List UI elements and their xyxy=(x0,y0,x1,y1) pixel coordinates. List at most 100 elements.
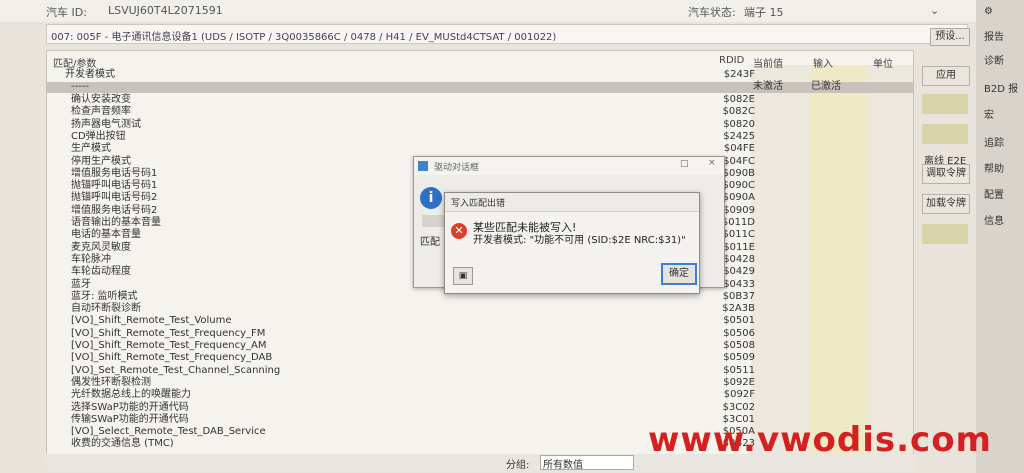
table-row[interactable]: 选择SWaP功能的开通代码 $3C02 xyxy=(47,402,913,414)
row-name: 偶发性环断裂检测 xyxy=(71,376,151,388)
watermark-text: www.vwodis.com xyxy=(648,420,992,460)
row-name: [VO]_Shift_Remote_Test_Frequency_AM xyxy=(71,340,267,351)
driver-dialog-title: 驱动对话框 xyxy=(434,163,480,173)
load-token-button[interactable]: 加载令牌 xyxy=(922,194,970,214)
side-item-info[interactable]: 信息 xyxy=(984,212,1004,227)
row-rdid: $0501 xyxy=(723,315,755,327)
selected-input[interactable]: 已激活 xyxy=(811,81,841,93)
selected-name: ----- xyxy=(71,81,90,92)
header-current: 当前值 xyxy=(753,59,783,70)
row-name: 增值服务电话号码1 xyxy=(71,167,158,179)
side-item-diagnosis[interactable]: 诊断 xyxy=(984,52,1004,67)
row-name: 语音输出的基本音量 xyxy=(71,217,161,228)
read-token-button[interactable]: 调取令牌 xyxy=(922,164,970,184)
side-icon: ⚙ xyxy=(984,6,993,17)
row-name: 抛锚呼叫电话号码2 xyxy=(71,192,158,204)
row-rdid: $2425 xyxy=(723,130,755,142)
table-row[interactable]: [VO]_Shift_Remote_Test_Frequency_DAB $050… xyxy=(47,352,913,364)
preset-button[interactable]: 预设... xyxy=(930,28,970,46)
table-row[interactable]: 确认安装改变 $082E xyxy=(47,94,913,106)
ecu-path-bar: 007: 005F - 电子通讯信息设备1 (UDS / ISOTP / 3Q0… xyxy=(46,24,968,44)
side-item-help[interactable]: 帮助 xyxy=(984,160,1004,175)
group-row[interactable]: 开发者模式 $243F xyxy=(47,69,913,81)
row-name: [VO]_Set_Remote_Test_Channel_Scanning xyxy=(71,364,281,376)
group-select[interactable]: 所有数值 xyxy=(540,455,634,471)
row-rdid: $082E xyxy=(723,94,755,105)
header-rdid: RDID xyxy=(719,55,745,66)
progress-bar xyxy=(422,215,446,227)
row-name: 蓝牙 xyxy=(71,278,91,290)
side-item-report[interactable]: 报告 xyxy=(984,28,1004,43)
group-name: 开发者模式 xyxy=(65,69,115,80)
row-name: [VO]_Shift_Remote_Test_Frequency_DAB xyxy=(71,352,273,364)
row-name: 车轮脉冲 xyxy=(71,253,111,265)
row-name: CD弹出按钮 xyxy=(71,130,126,142)
disabled-block xyxy=(922,124,968,144)
table-row[interactable]: 检查声音频率 $082C xyxy=(47,106,913,118)
row-name: 选择SWaP功能的开通代码 xyxy=(71,401,189,413)
row-name: 收费的交通信息 (TMC) xyxy=(71,438,174,450)
header-unit: 单位 xyxy=(873,59,893,70)
row-name: 麦克风灵敏度 xyxy=(71,241,131,253)
row-rdid: $082C xyxy=(722,106,755,118)
row-name: 检查声音频率 xyxy=(71,106,131,118)
row-rdid: $0509 xyxy=(723,352,755,364)
row-rdid: $0506 xyxy=(723,327,755,339)
side-item-config[interactable]: 配置 xyxy=(984,186,1004,201)
row-name: 增值服务电话号码2 xyxy=(71,204,158,216)
side-item-b2d[interactable]: B2D 报 xyxy=(984,80,1018,95)
header-input: 输入 xyxy=(813,59,833,70)
table-row[interactable]: [VO]_Shift_Remote_Test_Volume $0501 xyxy=(47,315,913,327)
side-item-macro[interactable]: 宏 xyxy=(984,106,994,121)
table-row[interactable]: CD弹出按钮 $2425 xyxy=(47,131,913,143)
table-row[interactable]: 扬声器电气测试 $0820 xyxy=(47,119,913,131)
copy-icon[interactable]: ▣ xyxy=(453,267,473,285)
ok-button[interactable]: 确定 xyxy=(661,263,697,285)
write-error-dialog: 写入匹配出错 ✕ 某些匹配未能被写入! 开发者模式: "功能不可用 (SID:$… xyxy=(444,192,700,294)
error-icon: ✕ xyxy=(451,223,467,239)
row-rdid: $0511 xyxy=(723,364,755,376)
table-row[interactable]: [VO]_Shift_Remote_Test_Frequency_AM $0508 xyxy=(47,340,913,352)
side-item-trace[interactable]: 追踪 xyxy=(984,134,1004,149)
selected-row[interactable]: ----- 未激活 已激活 xyxy=(47,81,913,93)
right-button-column: 应用 离线 E2E 调取令牌 加载令牌 xyxy=(918,48,974,468)
group-id: $243F xyxy=(723,69,755,80)
error-message-line2: 开发者模式: "功能不可用 (SID:$2E NRC:$31)" xyxy=(473,235,686,246)
row-name: 自动环断裂诊断 xyxy=(71,303,141,315)
table-row[interactable]: 生产模式 $04FE xyxy=(47,143,913,155)
maximize-icon[interactable]: □ xyxy=(680,159,689,169)
row-name: 蓝牙: 监听模式 xyxy=(71,290,138,302)
row-name: 停用生产模式 xyxy=(71,155,131,167)
row-name: 确认安装改变 xyxy=(71,94,131,105)
driver-dialog-label: 匹配 xyxy=(420,237,440,248)
disabled-block xyxy=(922,94,968,114)
row-rdid: $04FE xyxy=(723,143,755,155)
selected-current: 未激活 xyxy=(753,81,783,92)
top-bar: 汽车 ID: LSVUJ60T4L2071591 汽车状态: 端子 15 ⌄ xyxy=(0,0,1024,22)
table-row[interactable]: [VO]_Set_Remote_Test_Channel_Scanning $05… xyxy=(47,365,913,377)
table-row[interactable]: 光纤数据总线上的唤醒能力 $092F xyxy=(47,389,913,401)
table-row[interactable]: [VO]_Shift_Remote_Test_Frequency_FM $0506 xyxy=(47,328,913,340)
row-name: [VO]_Select_Remote_Test_DAB_Service xyxy=(71,426,266,438)
row-name: [VO]_Shift_Remote_Test_Frequency_FM xyxy=(71,327,266,339)
row-name: 抛锚呼叫电话号码1 xyxy=(71,180,158,192)
vin-label: 汽车 ID: xyxy=(46,6,87,19)
table-row[interactable]: 偶发性环断裂检测 $092E xyxy=(47,377,913,389)
status-value: 端子 15 xyxy=(744,6,784,19)
error-dialog-titlebar: 写入匹配出错 xyxy=(445,193,699,212)
info-icon: i xyxy=(420,187,442,209)
row-rdid: $2A3B xyxy=(722,303,755,315)
row-rdid: $3C02 xyxy=(722,401,755,413)
table-row[interactable]: 自动环断裂诊断 $2A3B xyxy=(47,303,913,315)
chevron-down-icon[interactable]: ⌄ xyxy=(930,4,939,17)
driver-dialog-titlebar: 驱动对话框 □ × xyxy=(414,157,724,175)
row-name: [VO]_Shift_Remote_Test_Volume xyxy=(71,315,232,327)
row-name: 电话的基本音量 xyxy=(71,229,141,241)
apply-button[interactable]: 应用 xyxy=(922,66,970,86)
row-rdid: $092E xyxy=(723,376,755,388)
row-rdid: $0B37 xyxy=(722,290,755,302)
ecu-path-text: 007: 005F - 电子通讯信息设备1 (UDS / ISOTP / 3Q0… xyxy=(51,32,557,43)
row-rdid: $092F xyxy=(723,389,755,401)
close-icon[interactable]: × xyxy=(708,158,716,168)
row-name: 车轮齿动程度 xyxy=(71,266,131,278)
